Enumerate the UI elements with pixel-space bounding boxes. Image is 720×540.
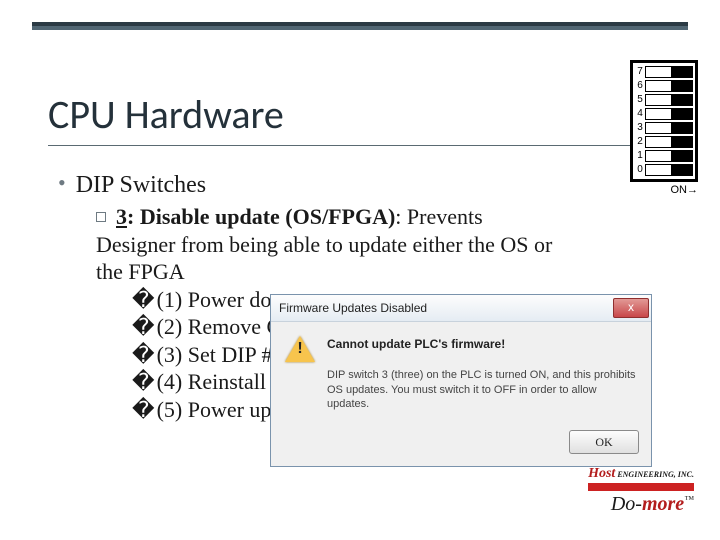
dialog-body: ! Cannot update PLC's firmware! DIP swit… bbox=[271, 322, 651, 422]
bullet-dot-icon: • bbox=[58, 170, 66, 195]
footer-branding: HostENGINEERING, INC. Do-more™ bbox=[588, 466, 694, 516]
dip-number: 5 bbox=[635, 95, 645, 105]
dip-slider bbox=[645, 94, 693, 106]
brand-tm: ™ bbox=[684, 494, 694, 505]
brand-host: Host bbox=[588, 466, 615, 481]
slide: CPU Hardware •DIP Switches 3: Disable up… bbox=[0, 0, 720, 540]
brand-red-bar bbox=[588, 483, 694, 491]
brand-more: more bbox=[642, 493, 684, 515]
dip-slider bbox=[645, 150, 693, 162]
ok-button[interactable]: OK bbox=[569, 430, 639, 454]
switch-name: : Disable update (OS/FPGA) bbox=[127, 204, 395, 229]
dip-slider bbox=[645, 136, 693, 148]
close-button[interactable]: x bbox=[613, 298, 649, 318]
dip-switch-diagram: 7 6 5 4 3 2 1 0 ON→ bbox=[630, 60, 698, 196]
dip-number: 7 bbox=[635, 67, 645, 77]
dip-on-label: ON→ bbox=[630, 184, 698, 196]
dip-number: 1 bbox=[635, 151, 645, 161]
bullet-level-2: 3: Disable update (OS/FPGA): Prevents De… bbox=[96, 203, 566, 286]
dip-number: 3 bbox=[635, 123, 645, 133]
brand-do: Do- bbox=[611, 493, 642, 515]
switch-number: 3 bbox=[116, 204, 127, 229]
error-dialog: Firmware Updates Disabled x ! Cannot upd… bbox=[270, 294, 652, 467]
dialog-button-row: OK bbox=[271, 422, 651, 466]
dialog-message: DIP switch 3 (three) on the PLC is turne… bbox=[327, 369, 636, 411]
dialog-text: Cannot update PLC's firmware! DIP switch… bbox=[327, 336, 637, 412]
title-underline bbox=[48, 145, 672, 146]
dip-slider bbox=[645, 164, 693, 176]
do-more-logo: Do-more™ bbox=[588, 493, 694, 516]
dip-number: 0 bbox=[635, 165, 645, 175]
dip-number: 4 bbox=[635, 109, 645, 119]
dip-slider bbox=[645, 122, 693, 134]
slide-title: CPU Hardware bbox=[48, 90, 672, 139]
bullet-level-1: • DIP Switches bbox=[58, 170, 672, 199]
warning-icon: ! bbox=[285, 336, 315, 362]
dip-slider bbox=[645, 108, 693, 120]
dip-number: 2 bbox=[635, 137, 645, 147]
dip-number: 6 bbox=[635, 81, 645, 91]
bullet1-text: DIP Switches bbox=[76, 172, 206, 198]
top-accent-bar bbox=[32, 22, 688, 30]
dip-slider bbox=[645, 80, 693, 92]
dip-switch-box: 7 6 5 4 3 2 1 0 bbox=[630, 60, 698, 182]
dialog-titlebar: Firmware Updates Disabled x bbox=[271, 295, 651, 322]
dialog-title-text: Firmware Updates Disabled bbox=[279, 301, 613, 315]
host-engineering-logo: HostENGINEERING, INC. bbox=[588, 466, 694, 491]
bullet-square-icon bbox=[96, 212, 106, 222]
brand-eng: ENGINEERING, INC. bbox=[617, 470, 694, 479]
dip-slider bbox=[645, 66, 693, 78]
dialog-heading: Cannot update PLC's firmware! bbox=[327, 337, 505, 351]
